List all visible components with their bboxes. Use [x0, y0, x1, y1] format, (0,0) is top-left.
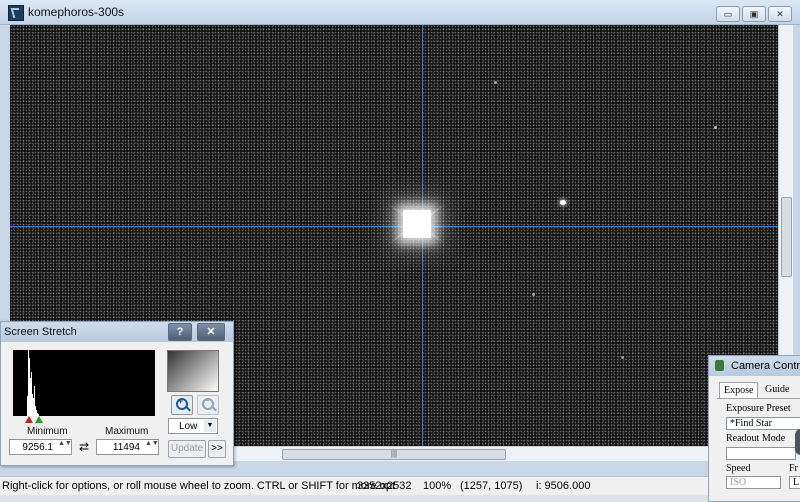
screen-stretch-panel: Screen Stretch ? ✕ Low ▼ Minimum Maximum… — [0, 321, 234, 466]
zoom-out-icon — [202, 395, 214, 410]
star — [494, 81, 497, 84]
zoom-in-icon — [176, 396, 188, 410]
stretch-mode-value: Low — [179, 421, 198, 432]
spin-arrows-icon[interactable]: ▲▼ — [145, 440, 159, 453]
bright-star — [383, 190, 453, 260]
status-bar: Right-click for options, or roll mouse w… — [0, 476, 800, 495]
screen-stretch-titlebar[interactable]: Screen Stretch ? ✕ — [1, 322, 233, 342]
help-button[interactable]: ? — [168, 323, 192, 341]
stretch-close-button[interactable]: ✕ — [197, 323, 225, 341]
fr-label: Fr — [789, 463, 798, 474]
exposure-preset-label: Exposure Preset — [726, 403, 791, 414]
status-intensity: i: 9506.000 — [536, 480, 591, 492]
minimum-value: 9256.1 — [22, 442, 53, 453]
more-button[interactable]: >> — [208, 440, 226, 458]
maximum-input[interactable]: 11494 ▲▼ — [96, 439, 159, 455]
update-button[interactable]: Update — [168, 440, 206, 458]
star-core — [403, 210, 431, 238]
vertical-scroll-thumb[interactable] — [781, 197, 792, 277]
camera-control-titlebar[interactable]: Camera Control — [709, 356, 800, 376]
tab-guide[interactable]: Guide — [761, 382, 793, 397]
zoom-out-button[interactable] — [197, 395, 219, 415]
fr-select[interactable]: L — [789, 476, 800, 489]
readout-mode-select[interactable] — [726, 447, 796, 460]
status-hint: Right-click for options, or roll mouse w… — [2, 480, 396, 492]
status-coords: (1257, 1075) — [460, 480, 523, 492]
tab-expose[interactable]: Expose — [719, 382, 759, 398]
stretch-mode-select[interactable]: Low ▼ — [168, 418, 218, 434]
close-button[interactable]: ✕ — [768, 6, 792, 22]
camera-tabs: Expose Guide — [717, 382, 800, 399]
camera-icon — [715, 360, 724, 371]
status-dimensions: 3352x2532 — [357, 480, 412, 492]
star — [532, 293, 535, 296]
camera-control-title: Camera Control — [731, 360, 800, 372]
zoom-in-button[interactable] — [171, 395, 193, 415]
maximum-value: 11494 — [112, 442, 140, 453]
min-marker[interactable] — [25, 416, 33, 423]
star — [560, 200, 566, 205]
exposure-preset-select[interactable]: *Find Star — [726, 417, 800, 430]
minimum-input[interactable]: 9256.1 ▲▼ — [9, 439, 72, 455]
star — [714, 126, 717, 129]
stretch-preview — [167, 350, 219, 392]
star — [621, 356, 624, 359]
screen-stretch-title: Screen Stretch — [4, 326, 77, 338]
minimum-label: Minimum — [27, 426, 68, 437]
horizontal-scroll-thumb[interactable]: ||| — [282, 449, 506, 460]
speed-select[interactable]: ISO — [726, 476, 781, 489]
swap-icon[interactable]: ⇄ — [77, 440, 91, 454]
minimize-button[interactable]: ▭ — [716, 6, 740, 22]
app-icon — [8, 5, 24, 21]
panel-handle[interactable] — [795, 429, 800, 455]
window-title: komephoros-300s — [28, 5, 125, 19]
camera-control-panel: Camera Control Expose Guide Exposure Pre… — [708, 355, 800, 502]
spin-arrows-icon[interactable]: ▲▼ — [58, 440, 72, 453]
histogram — [13, 350, 155, 416]
maximum-label: Maximum — [105, 426, 149, 437]
status-zoom: 100% — [423, 480, 452, 492]
restore-button[interactable]: ▣ — [742, 6, 766, 22]
chevron-down-icon[interactable]: ▼ — [204, 420, 216, 432]
speed-label: Speed — [726, 463, 751, 474]
max-marker[interactable] — [35, 416, 43, 423]
readout-mode-label: Readout Mode — [726, 433, 786, 444]
image-window-titlebar[interactable]: komephoros-300s ▭ ▣ ✕ — [0, 0, 800, 25]
